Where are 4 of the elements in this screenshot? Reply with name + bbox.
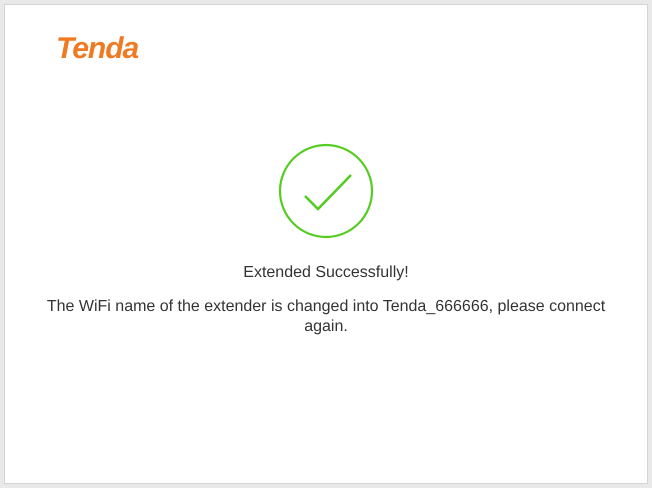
brand-logo: Tenda [56, 32, 138, 66]
success-check-icon [278, 143, 374, 239]
status-title: Extended Successfully! [243, 263, 409, 283]
status-message: The WiFi name of the extender is changed into Tenda_666666, please connect again. [46, 297, 606, 337]
